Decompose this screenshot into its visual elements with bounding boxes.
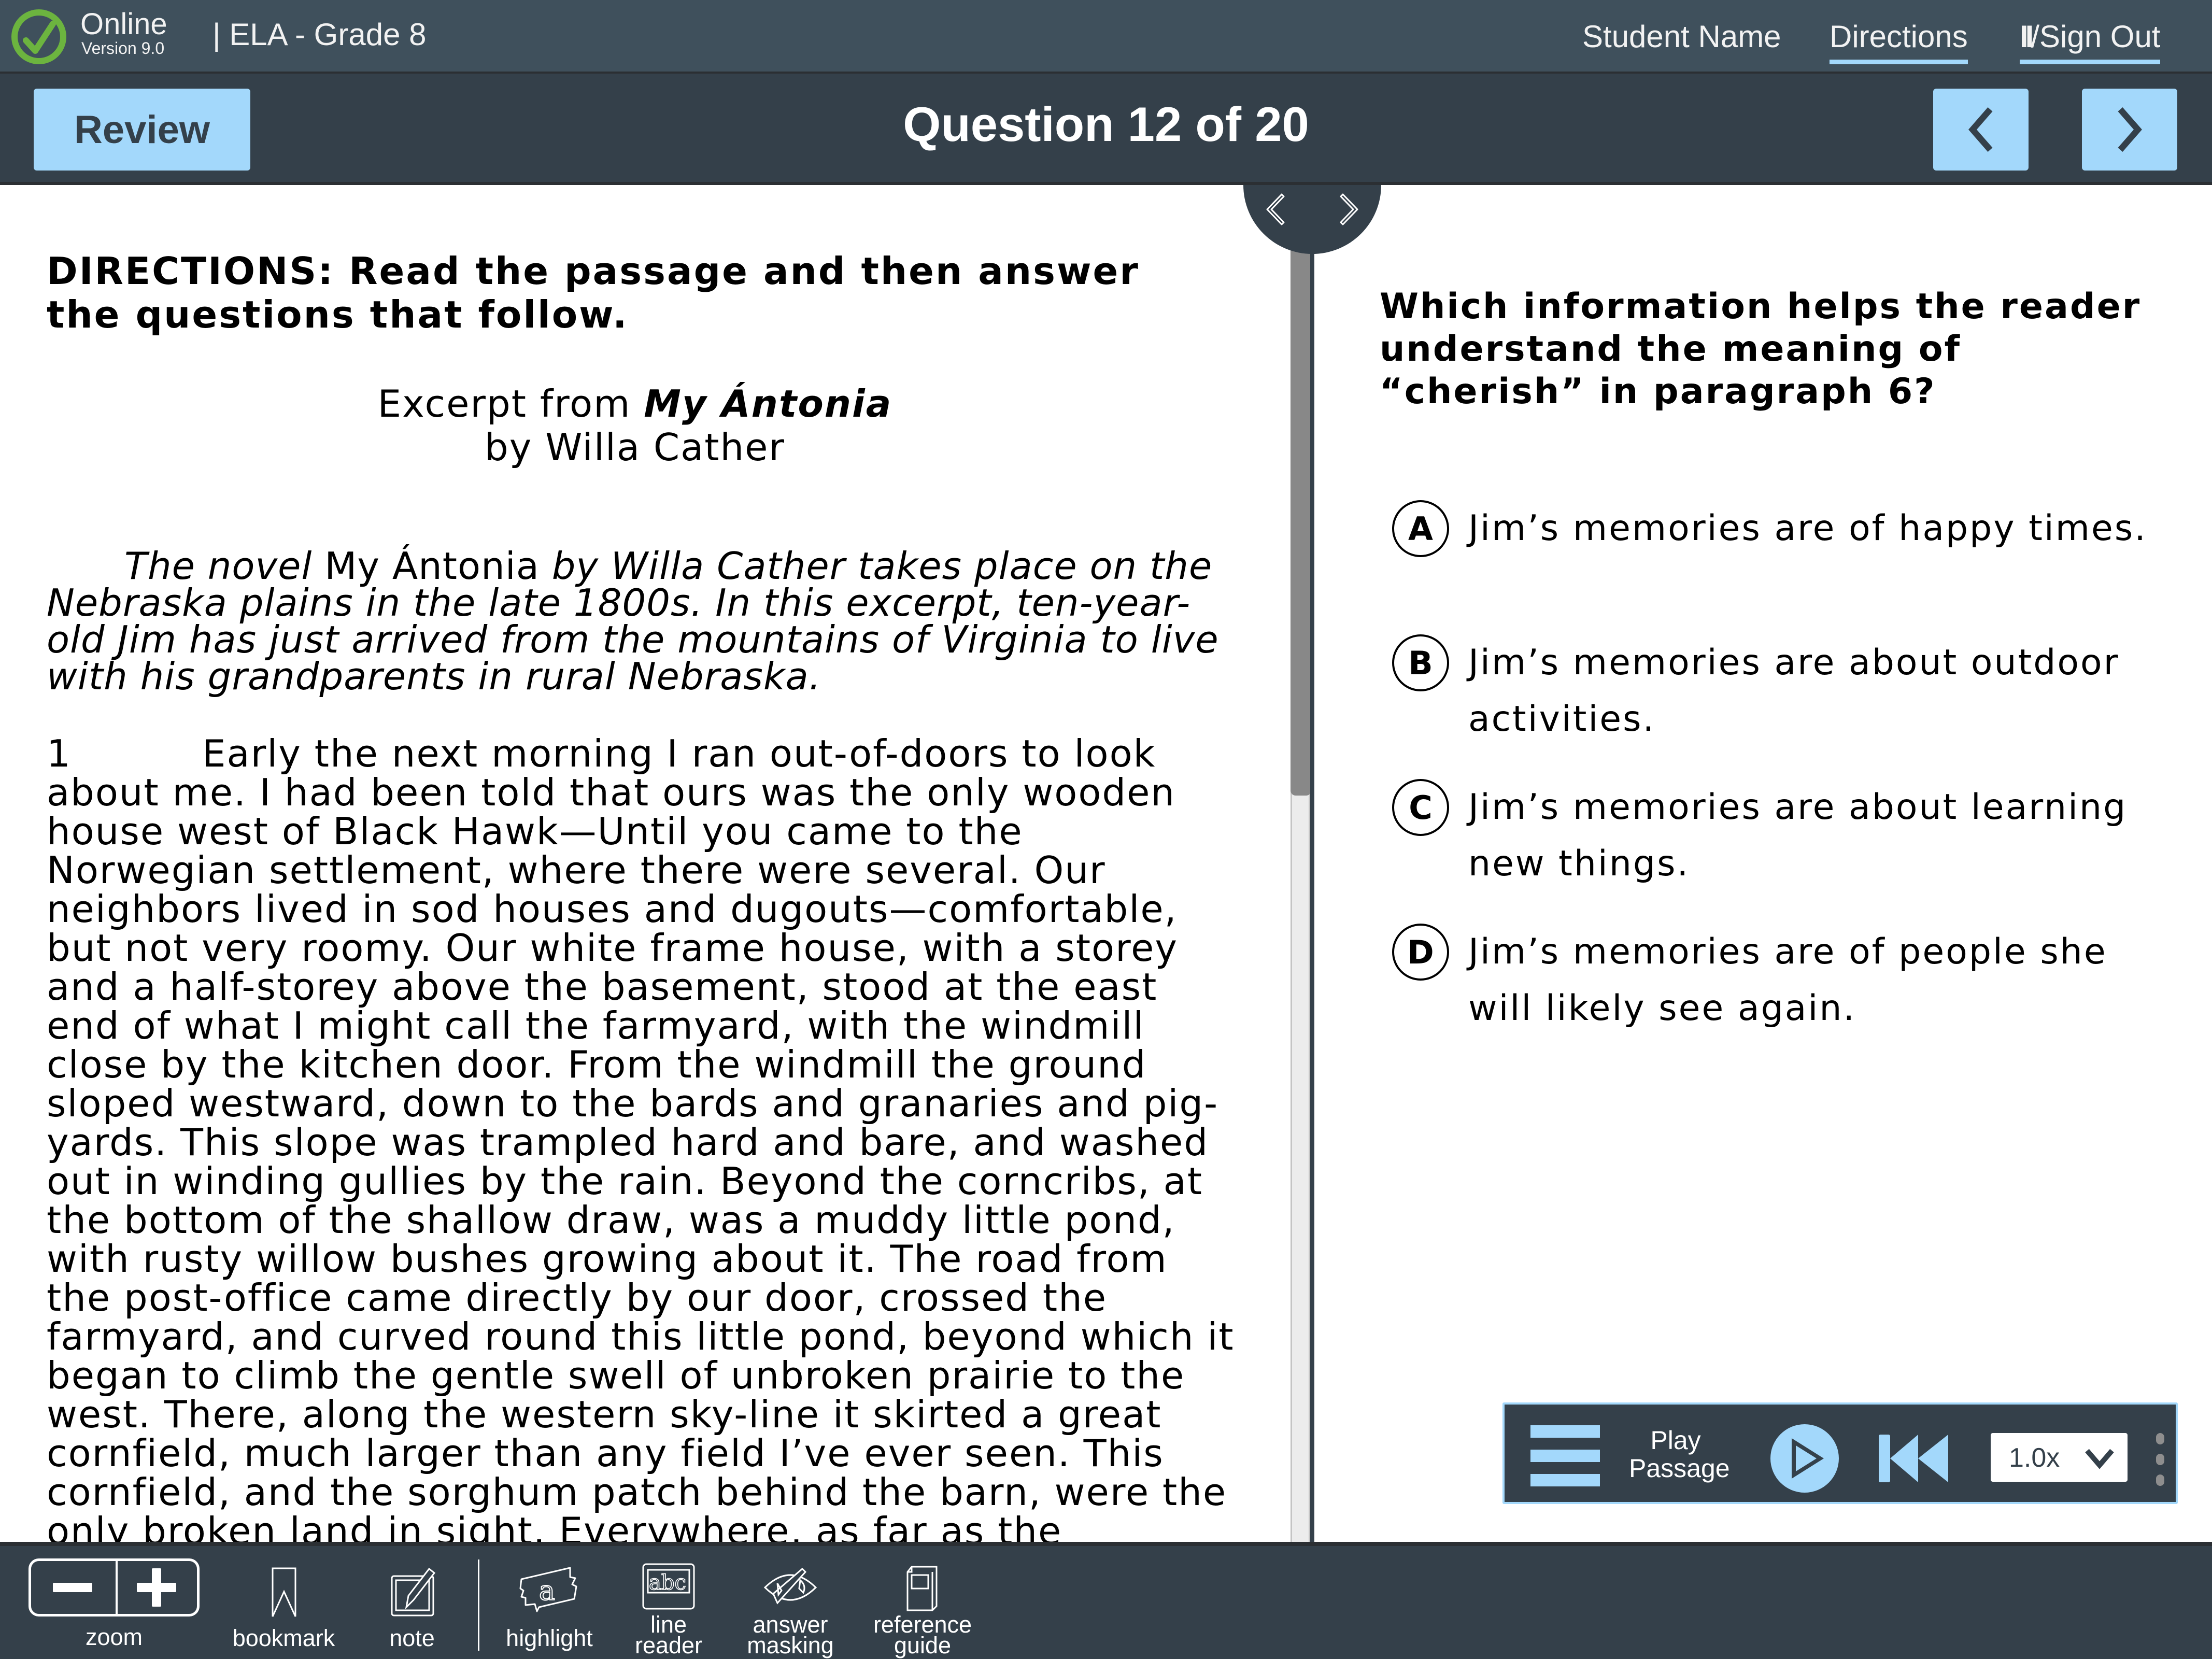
audio-player: Play Passage 1.0x [1502, 1402, 2178, 1504]
bookmark-icon [272, 1567, 296, 1617]
question-navbar: Question 12 of 20 Review [0, 74, 2212, 185]
skip-back-icon [1879, 1435, 1948, 1482]
chevron-down-icon [2085, 1449, 2114, 1469]
passage-title-prefix: Excerpt from [377, 382, 644, 426]
svg-text:abc: abc [649, 1571, 686, 1595]
check-circle-logo-icon [11, 9, 66, 64]
top-header: Online Version 9.0 | ELA - Grade 8 Stude… [0, 0, 2212, 74]
question-stem: Which information helps the reader under… [1380, 286, 2142, 412]
choice-text: Jim’s memories are about learning new th… [1468, 787, 2128, 884]
pause-icon: II [2020, 19, 2034, 54]
note-icon [391, 1567, 436, 1617]
brand: Online Version 9.0 [80, 7, 167, 58]
zoom-label: zoom [85, 1624, 143, 1650]
highlight-icon: a [519, 1567, 577, 1612]
signout-underline [2020, 60, 2161, 64]
chevron-left-icon [1968, 107, 1993, 152]
line-reader-tool[interactable]: abc line reader [635, 1555, 702, 1659]
zoom-out-button[interactable] [31, 1561, 116, 1614]
question-panel: Which information helps the reader under… [1314, 185, 2212, 1542]
play-button[interactable] [1770, 1424, 1839, 1493]
passage-title-block: Excerpt from My Ántonia by Willa Cather [0, 382, 1270, 469]
paragraph-number: 1 [47, 732, 72, 775]
choice-bubble[interactable]: A [1392, 500, 1449, 557]
answer-masking-tool[interactable]: answer masking [746, 1555, 834, 1659]
signout-label: /Sign Out [2031, 19, 2161, 54]
playback-speed-select[interactable]: 1.0x [1991, 1433, 2128, 1482]
paragraph-text: Early the next morning I ran out-of-door… [47, 732, 1235, 1542]
note-tool[interactable]: note [378, 1555, 446, 1659]
eye-slash-icon [763, 1568, 817, 1605]
directions-underline [1830, 60, 1968, 64]
expand-left-icon[interactable] [1263, 192, 1289, 226]
playback-speed-value: 1.0x [2009, 1443, 2060, 1473]
passage-panel: DIRECTIONS: Read the passage and then an… [0, 185, 1289, 1542]
student-name: Student Name [1582, 19, 1781, 54]
svg-text:a: a [539, 1576, 555, 1607]
brand-version: Version 9.0 [81, 39, 165, 58]
passage-byline: by Willa Cather [485, 426, 785, 469]
choice-text: Jim’s memories are of happy times. [1468, 508, 2147, 549]
plus-icon-v [152, 1568, 161, 1607]
course-title: | ELA - Grade 8 [212, 17, 427, 52]
zoom-in-button[interactable] [118, 1561, 200, 1614]
hamburger-menu-icon[interactable] [1530, 1425, 1600, 1486]
pause-signout-link[interactable]: II/Sign Out [2020, 19, 2161, 64]
passage-directions: DIRECTIONS: Read the passage and then an… [47, 249, 1140, 336]
choice-bubble[interactable]: D [1392, 924, 1449, 981]
chevron-right-icon [2118, 107, 2142, 152]
bottom-toolbar: zoom bookmark note a highlight abc line [0, 1542, 2212, 1659]
bookmark-tool[interactable]: bookmark [233, 1555, 335, 1659]
play-passage-label: Play Passage [1629, 1426, 1730, 1483]
review-button[interactable]: Review [34, 89, 250, 171]
highlight-tool[interactable]: a highlight [503, 1555, 596, 1659]
passage-intro: The novel My Ántonia by Willa Cather tak… [47, 547, 1239, 695]
book-icon [906, 1566, 938, 1611]
choice-bubble[interactable]: B [1392, 634, 1449, 691]
choice-text: Jim’s memories are of people she will li… [1468, 931, 2107, 1029]
passage-scrollbar-thumb[interactable] [1291, 185, 1311, 796]
rewind-button[interactable] [1879, 1433, 1948, 1484]
previous-question-button[interactable] [1933, 89, 2029, 171]
brand-name: Online [80, 7, 167, 41]
reference-guide-tool[interactable]: reference guide [873, 1555, 972, 1659]
line-reader-icon: abc [642, 1563, 695, 1610]
passage-scrollbar[interactable] [1291, 185, 1311, 1542]
play-icon [1770, 1424, 1839, 1493]
reference-guide-label-2: guide [894, 1632, 952, 1658]
expand-right-icon[interactable] [1336, 192, 1362, 226]
passage-title-work: My Ántonia [644, 382, 892, 426]
next-question-button[interactable] [2082, 89, 2177, 171]
minus-icon [53, 1583, 92, 1592]
passage-paragraph: 1 Early the next morning I ran out-of-doo… [47, 734, 1239, 1542]
passage-title: Excerpt from My Ántonia [0, 382, 1270, 426]
more-options-icon[interactable] [2155, 1433, 2165, 1486]
choice-text: Jim’s memories are about outdoor activit… [1468, 642, 2120, 740]
directions-link[interactable]: Directions [1830, 19, 1968, 64]
zoom-control [29, 1558, 200, 1617]
panel-divider [1310, 185, 1314, 1542]
directions-link-label: Directions [1830, 19, 1968, 54]
question-title: Question 12 of 20 [903, 97, 1309, 151]
choice-bubble[interactable]: C [1392, 779, 1449, 836]
